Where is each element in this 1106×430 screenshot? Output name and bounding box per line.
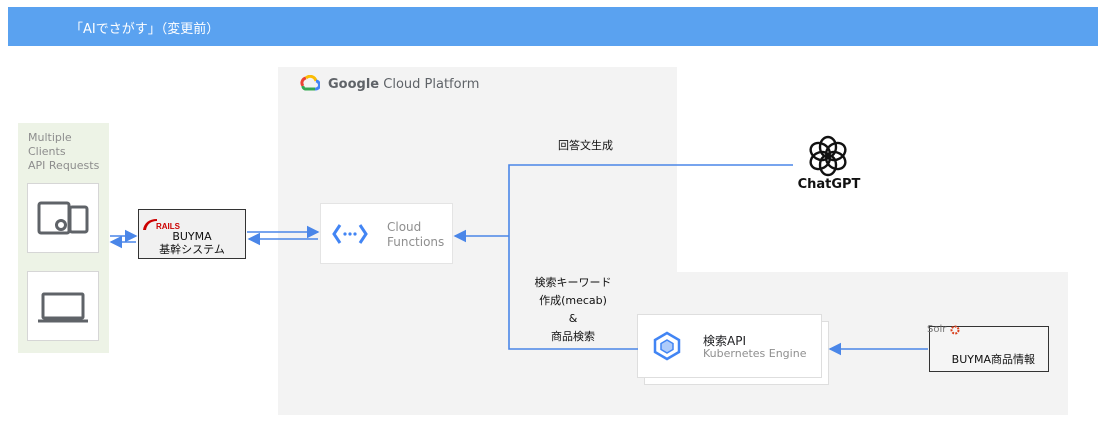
- line-k8s-to-junction: [508, 236, 638, 350]
- line-chatgpt-to-junction: [508, 164, 793, 236]
- connectors: [109, 164, 928, 356]
